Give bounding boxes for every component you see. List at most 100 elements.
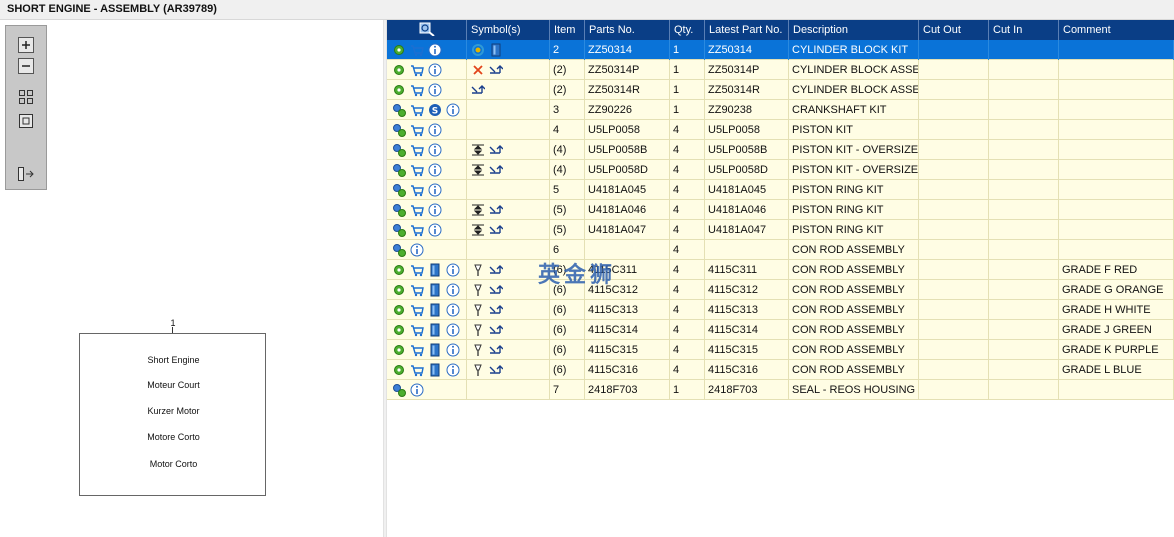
manual-icon[interactable] <box>428 363 442 377</box>
gear-icon[interactable] <box>392 323 406 337</box>
zoom-in-button[interactable] <box>16 36 36 54</box>
cart-icon[interactable] <box>410 183 424 197</box>
toggle-layout-button[interactable] <box>16 165 36 183</box>
gears-icon[interactable] <box>392 223 406 237</box>
table-row[interactable]: (4) U5LP0058D 4 U5LP0058D PISTON KIT - OVERS… <box>387 160 1174 180</box>
info-icon[interactable] <box>446 103 460 117</box>
gear-icon[interactable] <box>392 363 406 377</box>
info-icon[interactable] <box>446 263 460 277</box>
gear-icon[interactable] <box>392 43 406 57</box>
info-icon[interactable] <box>428 163 442 177</box>
gears-icon[interactable] <box>392 243 406 257</box>
table-row[interactable]: (4) U5LP0058B 4 U5LP0058B PISTON KIT - OVERS… <box>387 140 1174 160</box>
header-search[interactable] <box>387 20 467 40</box>
cart-icon[interactable] <box>410 263 424 277</box>
header-symbols[interactable]: Symbol(s) <box>467 20 550 40</box>
table-row[interactable]: 7 2418F703 1 2418F703 SEAL - REOS HOUSING <box>387 380 1174 400</box>
header-part-no[interactable]: Parts No. <box>585 20 670 40</box>
gears-icon[interactable] <box>392 203 406 217</box>
cart-icon[interactable] <box>410 123 424 137</box>
table-row[interactable]: (6) 4115C315 4 4115C315 CON ROD ASSEMBLY GRAD… <box>387 340 1174 360</box>
header-item[interactable]: Item <box>550 20 585 40</box>
gear-icon[interactable] <box>392 83 406 97</box>
table-row[interactable]: (2)ZZ50314R1ZZ50314RCYLINDER BLOCK ASSEM… <box>387 80 1174 100</box>
table-row[interactable]: S 3 ZZ90226 1 ZZ90238 CRANKSHAFT KIT <box>387 100 1174 120</box>
table-row[interactable]: (5) U4181A046 4 U4181A046 PISTON RING KIT <box>387 200 1174 220</box>
table-row[interactable]: (6) 4115C312 4 4115C312 CON ROD ASSEMBLY GRAD… <box>387 280 1174 300</box>
service-icon[interactable]: S <box>428 103 442 117</box>
cart-icon[interactable] <box>410 63 424 77</box>
gear-icon[interactable] <box>392 263 406 277</box>
cart-icon[interactable] <box>410 43 424 57</box>
illustration-pane[interactable]: 1 Short Engine Moteur Court Kurzer Motor… <box>0 20 383 537</box>
gear-icon[interactable] <box>392 283 406 297</box>
info-icon[interactable] <box>446 283 460 297</box>
gears-icon[interactable] <box>392 183 406 197</box>
info-icon[interactable] <box>428 183 442 197</box>
gear-icon[interactable] <box>392 303 406 317</box>
table-row[interactable]: (6) 4115C311 4 4115C311 CON ROD ASSEMBLY GRAD… <box>387 260 1174 280</box>
part-no-cell: 4115C316 <box>585 360 670 380</box>
info-icon[interactable] <box>428 203 442 217</box>
note-pin-icon <box>474 324 482 336</box>
cart-icon[interactable] <box>410 343 424 357</box>
table-row[interactable]: (6) 4115C316 4 4115C316 CON ROD ASSEMBLY GRAD… <box>387 360 1174 380</box>
manual-icon[interactable] <box>428 283 442 297</box>
cart-icon[interactable] <box>410 103 424 117</box>
gears-icon[interactable] <box>392 143 406 157</box>
cart-icon[interactable] <box>410 223 424 237</box>
info-icon[interactable] <box>428 43 442 57</box>
diagram-callout[interactable]: 1 <box>166 318 180 328</box>
cart-icon[interactable] <box>410 163 424 177</box>
table-row[interactable]: (2)ZZ50314P1ZZ50314PCYLINDER BLOCK ASSEM… <box>387 60 1174 80</box>
table-row[interactable]: (6) 4115C313 4 4115C313 CON ROD ASSEMBLY GRAD… <box>387 300 1174 320</box>
fit-all-button[interactable] <box>16 88 36 106</box>
header-description[interactable]: Description <box>789 20 919 40</box>
cart-icon[interactable] <box>410 143 424 157</box>
header-cut-in[interactable]: Cut In <box>989 20 1059 40</box>
info-icon[interactable] <box>446 323 460 337</box>
header-qty[interactable]: Qty. <box>670 20 705 40</box>
header-cut-out[interactable]: Cut Out <box>919 20 989 40</box>
table-row[interactable]: 4 U5LP0058 4 U5LP0058 PISTON KIT <box>387 120 1174 140</box>
info-icon[interactable] <box>428 83 442 97</box>
cart-icon[interactable] <box>410 83 424 97</box>
gears-icon[interactable] <box>392 383 406 397</box>
info-icon[interactable] <box>428 123 442 137</box>
gears-icon[interactable] <box>392 163 406 177</box>
cart-icon[interactable] <box>410 283 424 297</box>
table-row[interactable]: 2 ZZ50314 1 ZZ50314 CYLINDER BLOCK KIT <box>387 40 1174 60</box>
info-icon[interactable] <box>446 363 460 377</box>
gear-icon[interactable] <box>392 343 406 357</box>
table-row[interactable]: 6 4 CON ROD ASSEMBLY <box>387 240 1174 260</box>
manual-icon <box>491 43 501 57</box>
zoom-out-button[interactable] <box>16 57 36 75</box>
comment-cell: GRADE H WHITE <box>1059 300 1174 320</box>
comment-cell <box>1059 180 1174 200</box>
gears-icon[interactable] <box>392 103 406 117</box>
gears-icon[interactable] <box>392 123 406 137</box>
header-comment[interactable]: Comment <box>1059 20 1174 40</box>
manual-icon[interactable] <box>428 263 442 277</box>
header-latest-part[interactable]: Latest Part No. <box>705 20 789 40</box>
manual-icon[interactable] <box>428 323 442 337</box>
table-row[interactable]: 5 U4181A045 4 U4181A045 PISTON RING KIT <box>387 180 1174 200</box>
info-icon[interactable] <box>446 303 460 317</box>
cart-icon[interactable] <box>410 203 424 217</box>
cart-icon[interactable] <box>410 363 424 377</box>
manual-icon[interactable] <box>428 303 442 317</box>
manual-icon[interactable] <box>428 343 442 357</box>
info-icon[interactable] <box>410 383 424 397</box>
info-icon[interactable] <box>428 63 442 77</box>
cart-icon[interactable] <box>410 323 424 337</box>
info-icon[interactable] <box>428 223 442 237</box>
table-row[interactable]: (5) U4181A047 4 U4181A047 PISTON RING KIT <box>387 220 1174 240</box>
gear-icon[interactable] <box>392 63 406 77</box>
info-icon[interactable] <box>428 143 442 157</box>
replacement-icon <box>489 325 503 334</box>
info-icon[interactable] <box>410 243 424 257</box>
table-row[interactable]: (6) 4115C314 4 4115C314 CON ROD ASSEMBLY GRAD… <box>387 320 1174 340</box>
fit-page-button[interactable] <box>16 112 36 130</box>
info-icon[interactable] <box>446 343 460 357</box>
cart-icon[interactable] <box>410 303 424 317</box>
